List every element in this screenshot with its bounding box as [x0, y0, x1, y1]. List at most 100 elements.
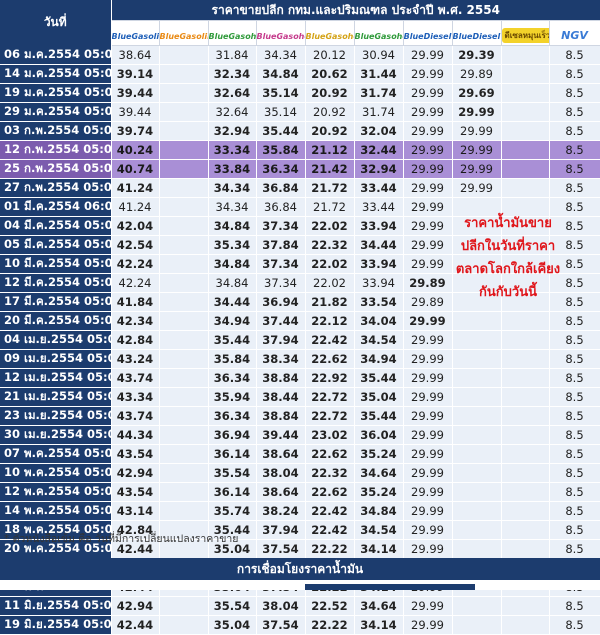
row-date: 30 เม.ย.2554 05:00: [0, 425, 112, 445]
price-cell: 21.72: [305, 178, 355, 198]
price-cell: 33.44: [354, 197, 404, 217]
price-cell: 38.64: [256, 482, 306, 502]
price-cell: [159, 197, 209, 217]
price-cell: [159, 159, 209, 179]
price-cell: [159, 121, 209, 141]
price-cell: 21.72: [305, 197, 355, 217]
price-cell: [501, 121, 550, 141]
price-cell: 35.74: [208, 501, 257, 521]
price-cell: [452, 425, 502, 445]
price-cell: 32.64: [208, 102, 257, 122]
price-cell: [159, 216, 209, 236]
row-date: 03 ก.พ.2554 05:00: [0, 121, 112, 141]
price-cell: [452, 311, 502, 331]
price-cell: 31.74: [354, 102, 404, 122]
price-cell: 29.89: [403, 273, 453, 293]
price-cell: 37.44: [256, 311, 306, 331]
price-cell: 8.5: [549, 425, 600, 445]
product-name: BlueGasohol: [354, 31, 403, 41]
price-cell: [452, 520, 502, 540]
price-cell: 29.99: [403, 368, 453, 388]
price-cell: 37.34: [256, 216, 306, 236]
price-cell: 22.32: [305, 235, 355, 255]
price-cell: 33.94: [354, 273, 404, 293]
price-cell: 29.99: [403, 197, 453, 217]
price-cell: [501, 45, 550, 65]
row-date: 04 มี.ค.2554 05:00: [0, 216, 112, 236]
price-cell: 29.99: [403, 444, 453, 464]
price-cell: [159, 482, 209, 502]
table-row: 12 พ.ค.2554 05:00 43.54 36.14 38.64 22.62 35.…: [0, 482, 600, 502]
product-name: NGV: [561, 28, 588, 42]
link-banner[interactable]: [305, 584, 475, 590]
row-date: 27 ก.พ.2554 05:00: [0, 178, 112, 198]
price-cell: 34.14: [354, 615, 404, 635]
price-cell: [159, 311, 209, 331]
price-cell: 39.44: [111, 102, 160, 122]
price-cell: 8.5: [549, 482, 600, 502]
price-cell: 34.64: [354, 463, 404, 483]
product-logo-6: BlueDiesel: [402, 20, 453, 46]
price-cell: 40.74: [111, 159, 160, 179]
price-cell: 22.22: [305, 615, 355, 635]
row-date: 07 พ.ค.2554 05:00: [0, 444, 112, 464]
table-row: 11 มิ.ย.2554 05:00 42.94 35.54 38.04 22.52 34…: [0, 596, 600, 616]
table-row: 19 ม.ค.2554 05:00 39.44 32.64 35.14 20.92 31.…: [0, 83, 600, 103]
price-cell: 32.34: [208, 64, 257, 84]
price-cell: 34.94: [208, 311, 257, 331]
price-cell: 8.5: [549, 596, 600, 616]
price-cell: 42.94: [111, 463, 160, 483]
price-cell: 42.84: [111, 330, 160, 350]
product-logo-0: BlueGasoline95: [110, 20, 160, 46]
price-cell: [452, 596, 502, 616]
price-cell: [452, 406, 502, 426]
price-cell: 20.92: [305, 83, 355, 103]
price-cell: 37.54: [256, 539, 306, 559]
price-cell: 38.64: [256, 444, 306, 464]
price-cell: 22.42: [305, 501, 355, 521]
price-cell: [501, 349, 550, 369]
price-cell: 33.34: [208, 140, 257, 160]
price-cell: 43.34: [111, 387, 160, 407]
table-row: 04 เม.ย.2554 05:0042.84 35.4437.9422.4234…: [0, 330, 600, 350]
product-logo-7: BlueDieselB5: [451, 20, 502, 46]
price-cell: 21.12: [305, 140, 355, 160]
price-cell: 35.94: [208, 387, 257, 407]
price-cell: 33.54: [354, 292, 404, 312]
row-date: 06 ม.ค.2554 05:00: [0, 45, 112, 65]
table-row: 25 ก.พ.2554 05:00 40.74 33.84 36.34 21.42 32.…: [0, 159, 600, 179]
price-cell: [501, 178, 550, 198]
price-cell: 29.89: [452, 64, 502, 84]
price-cell: [452, 501, 502, 521]
price-cell: 29.99: [403, 45, 453, 65]
price-cell: 35.14: [256, 83, 306, 103]
product-logo-2: BlueGasoholE85: [207, 20, 257, 46]
price-cell: 20.92: [305, 102, 355, 122]
price-cell: 31.84: [208, 45, 257, 65]
price-cell: 43.74: [111, 368, 160, 388]
price-cell: 34.14: [354, 539, 404, 559]
price-cell: [159, 64, 209, 84]
price-cell: [159, 330, 209, 350]
price-cell: 35.44: [208, 330, 257, 350]
callout-line: ตลาดโลกใกล้เคียง: [455, 262, 561, 277]
price-cell: 36.94: [208, 425, 257, 445]
row-date: 04 เม.ย.2554 05:00: [0, 330, 112, 350]
price-cell: [452, 330, 502, 350]
price-cell: 22.72: [305, 406, 355, 426]
price-cell: 33.94: [354, 216, 404, 236]
price-cell: 22.62: [305, 444, 355, 464]
price-cell: [501, 520, 550, 540]
price-cell: [452, 615, 502, 635]
price-cell: 32.64: [208, 83, 257, 103]
price-cell: [452, 387, 502, 407]
price-cell: 29.99: [403, 425, 453, 445]
price-cell: 29.99: [403, 235, 453, 255]
table-row: 21 เม.ย.2554 05:0043.34 35.9438.4422.7235…: [0, 387, 600, 407]
price-cell: [501, 463, 550, 483]
product-name: ดีเซลหมุนเร็ว: [502, 28, 548, 43]
price-cell: 35.84: [256, 140, 306, 160]
price-cell: 32.94: [208, 121, 257, 141]
price-cell: 35.44: [354, 406, 404, 426]
price-cell: [452, 444, 502, 464]
